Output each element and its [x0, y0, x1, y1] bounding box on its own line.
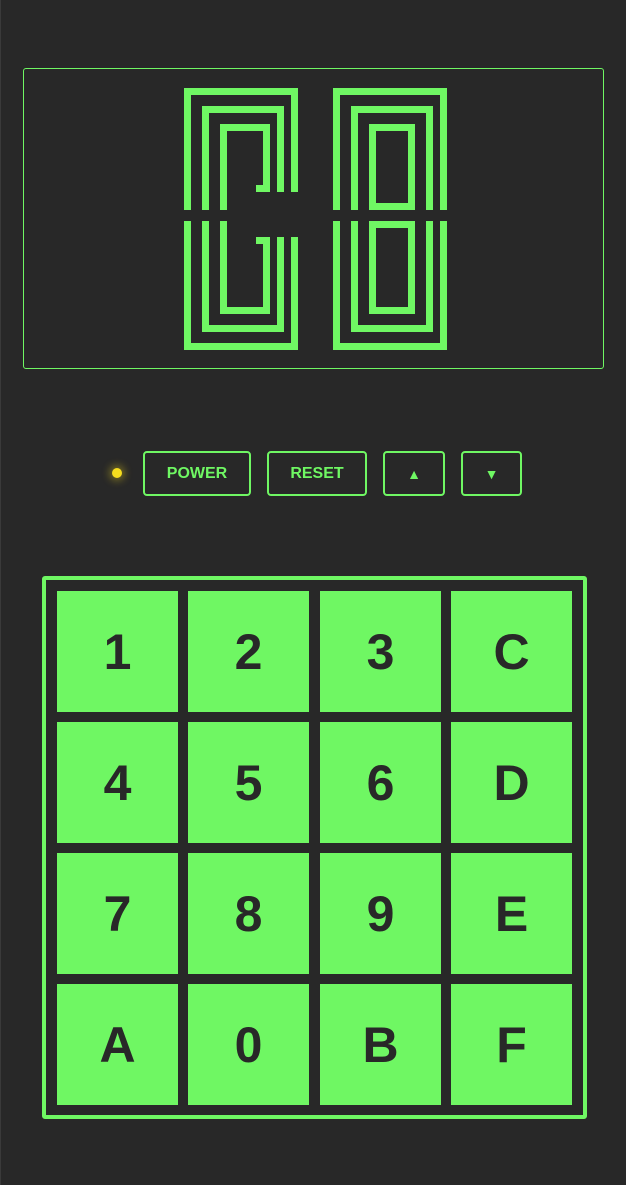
- display-screen: [184, 88, 447, 350]
- key-d[interactable]: D: [451, 722, 572, 843]
- key-e[interactable]: E: [451, 853, 572, 974]
- window-edge: [0, 0, 1, 1185]
- key-6[interactable]: 6: [320, 722, 441, 843]
- key-a[interactable]: A: [57, 984, 178, 1105]
- key-b[interactable]: B: [320, 984, 441, 1105]
- display-digit-2: [333, 88, 447, 350]
- up-arrow-button[interactable]: ▲: [383, 451, 445, 496]
- power-led-indicator: [112, 468, 122, 478]
- reset-button[interactable]: RESET: [267, 451, 367, 496]
- key-0[interactable]: 0: [188, 984, 309, 1105]
- down-arrow-button[interactable]: ▼: [461, 451, 522, 496]
- key-4[interactable]: 4: [57, 722, 178, 843]
- control-bar: POWER RESET ▲ ▼: [0, 451, 626, 496]
- key-2[interactable]: 2: [188, 591, 309, 712]
- display-digit-1: [184, 88, 298, 350]
- key-1[interactable]: 1: [57, 591, 178, 712]
- key-9[interactable]: 9: [320, 853, 441, 974]
- hex-display: [23, 68, 604, 369]
- key-3[interactable]: 3: [320, 591, 441, 712]
- key-7[interactable]: 7: [57, 853, 178, 974]
- key-8[interactable]: 8: [188, 853, 309, 974]
- hex-keypad: 1 2 3 C 4 5 6 D 7 8 9 E A 0 B F: [42, 576, 587, 1119]
- key-f[interactable]: F: [451, 984, 572, 1105]
- key-c[interactable]: C: [451, 591, 572, 712]
- key-5[interactable]: 5: [188, 722, 309, 843]
- power-button[interactable]: POWER: [143, 451, 251, 496]
